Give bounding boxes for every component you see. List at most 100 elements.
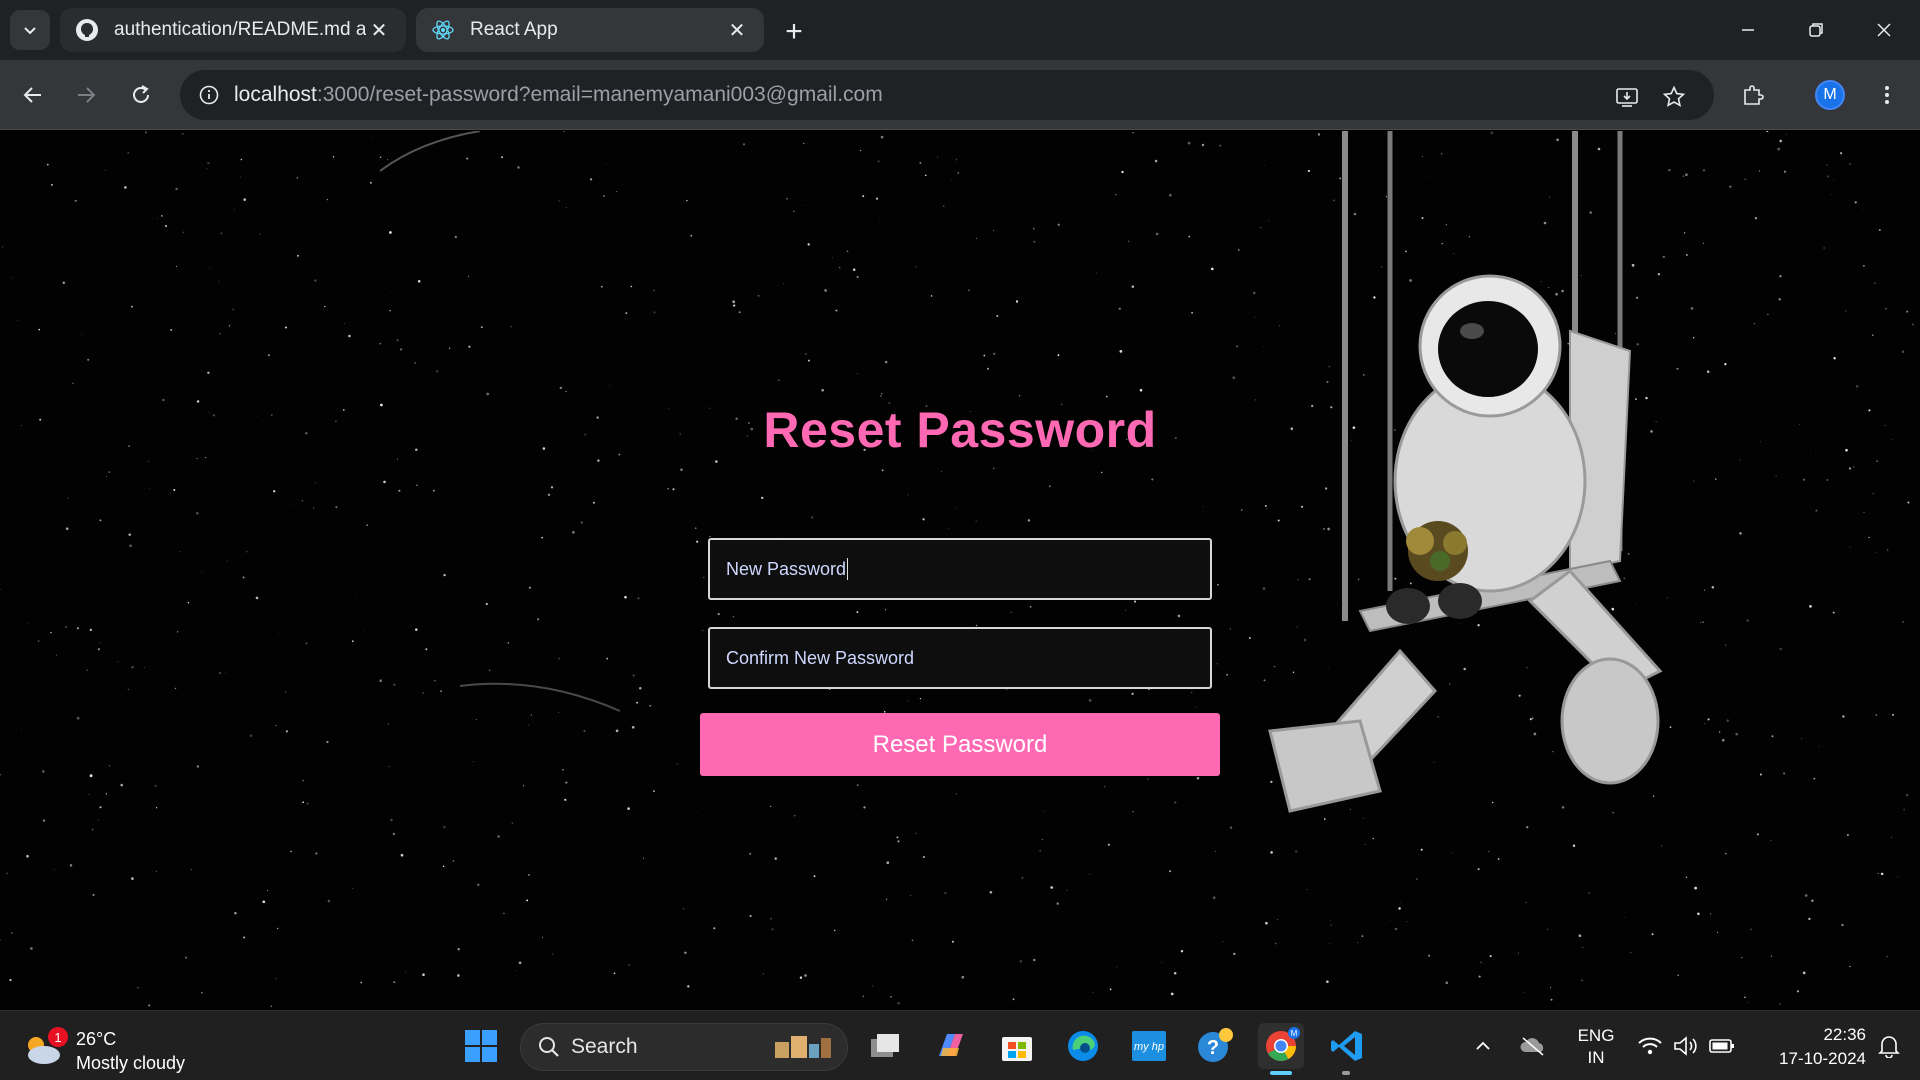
close-window-button[interactable]	[1850, 0, 1918, 60]
start-button[interactable]	[458, 1023, 504, 1069]
star	[415, 448, 418, 452]
myhp-button[interactable]: my hp	[1126, 1023, 1172, 1069]
site-info-icon[interactable]	[184, 70, 234, 120]
star	[1356, 941, 1359, 944]
star	[106, 476, 107, 477]
chrome-button[interactable]: M	[1258, 1023, 1304, 1069]
star	[742, 143, 746, 146]
help-button[interactable]: ?	[1192, 1023, 1238, 1069]
star	[1477, 868, 1480, 871]
back-button[interactable]	[11, 73, 55, 117]
star	[1019, 959, 1023, 963]
star	[1802, 971, 1806, 975]
star	[41, 770, 45, 773]
star	[1478, 975, 1481, 978]
star	[564, 798, 567, 801]
star	[363, 631, 365, 632]
new-tab-button[interactable]: +	[774, 12, 814, 52]
clock[interactable]: 22:36 17-10-2024	[1754, 1023, 1866, 1071]
vscode-button[interactable]	[1324, 1023, 1370, 1069]
star	[924, 174, 927, 176]
star	[1726, 719, 1729, 722]
star	[993, 230, 995, 232]
tab-search-button[interactable]	[10, 10, 50, 50]
copilot-button[interactable]	[928, 1023, 974, 1069]
star	[1754, 217, 1758, 220]
star	[884, 609, 887, 611]
star	[1775, 475, 1777, 477]
star	[398, 489, 401, 492]
star	[1361, 935, 1364, 937]
address-bar[interactable]: localhost:3000/reset-password?email=mane…	[180, 70, 1714, 120]
weather-temperature: 26°C	[76, 1029, 117, 1049]
star	[956, 793, 958, 795]
star	[1694, 886, 1697, 890]
star	[243, 936, 246, 939]
weather-widget[interactable]: 1 26°C Mostly cloudy	[22, 1019, 202, 1073]
star	[501, 156, 503, 159]
extensions-button[interactable]	[1731, 73, 1775, 117]
star	[1756, 833, 1759, 836]
star	[1711, 586, 1715, 589]
install-app-icon[interactable]	[1610, 80, 1644, 114]
tab-github-readme[interactable]: authentication/README.md at m ✕	[60, 8, 406, 52]
star	[242, 576, 245, 579]
star	[105, 793, 108, 795]
notifications-button[interactable]	[1872, 1023, 1906, 1069]
profile-avatar[interactable]: M	[1815, 80, 1845, 110]
star	[821, 388, 825, 392]
edge-button[interactable]	[1060, 1023, 1106, 1069]
microsoft-store-button[interactable]	[994, 1023, 1040, 1069]
onedrive-button[interactable]	[1516, 1023, 1550, 1069]
task-view-button[interactable]	[862, 1023, 908, 1069]
language-indicator[interactable]: ENG IN	[1574, 1025, 1618, 1069]
taskbar-search[interactable]: Search	[520, 1023, 848, 1071]
star	[1901, 350, 1905, 354]
star	[42, 819, 46, 822]
star	[1832, 180, 1834, 181]
star	[127, 688, 130, 691]
star	[1817, 846, 1819, 848]
star	[679, 433, 681, 435]
quick-settings-button[interactable]	[1630, 1023, 1742, 1069]
close-icon[interactable]: ✕	[366, 17, 392, 43]
star	[558, 200, 560, 202]
confirm-password-input[interactable]: Confirm New Password	[708, 627, 1212, 689]
star	[1550, 987, 1552, 988]
star	[301, 499, 304, 502]
star	[1706, 370, 1710, 373]
star	[961, 975, 965, 979]
forward-button[interactable]	[64, 73, 108, 117]
star	[1212, 896, 1216, 900]
star	[86, 669, 88, 671]
star	[387, 723, 389, 725]
star	[99, 519, 102, 522]
reset-password-button[interactable]: Reset Password	[700, 713, 1220, 776]
bookmark-star-icon[interactable]	[1657, 80, 1691, 114]
star	[799, 976, 803, 979]
star	[1027, 519, 1031, 522]
star	[766, 799, 768, 801]
star	[99, 806, 102, 809]
new-password-input[interactable]: New Password	[708, 538, 1212, 600]
reload-button[interactable]	[119, 73, 163, 117]
star	[550, 486, 554, 489]
show-hidden-icons-button[interactable]	[1468, 1023, 1498, 1069]
star	[182, 231, 185, 234]
menu-button[interactable]	[1865, 73, 1909, 117]
star	[176, 631, 179, 633]
star	[1886, 955, 1889, 958]
star	[915, 832, 917, 834]
star	[856, 784, 859, 787]
star	[433, 489, 435, 492]
star	[1832, 611, 1835, 614]
bell-icon	[1878, 1036, 1900, 1058]
star	[807, 359, 810, 362]
restore-button[interactable]	[1782, 0, 1850, 60]
star	[1399, 902, 1401, 903]
minimize-button[interactable]	[1714, 0, 1782, 60]
close-icon[interactable]: ✕	[724, 17, 750, 43]
tab-react-app[interactable]: React App ✕	[416, 8, 764, 52]
star	[653, 311, 656, 314]
star	[606, 657, 609, 660]
